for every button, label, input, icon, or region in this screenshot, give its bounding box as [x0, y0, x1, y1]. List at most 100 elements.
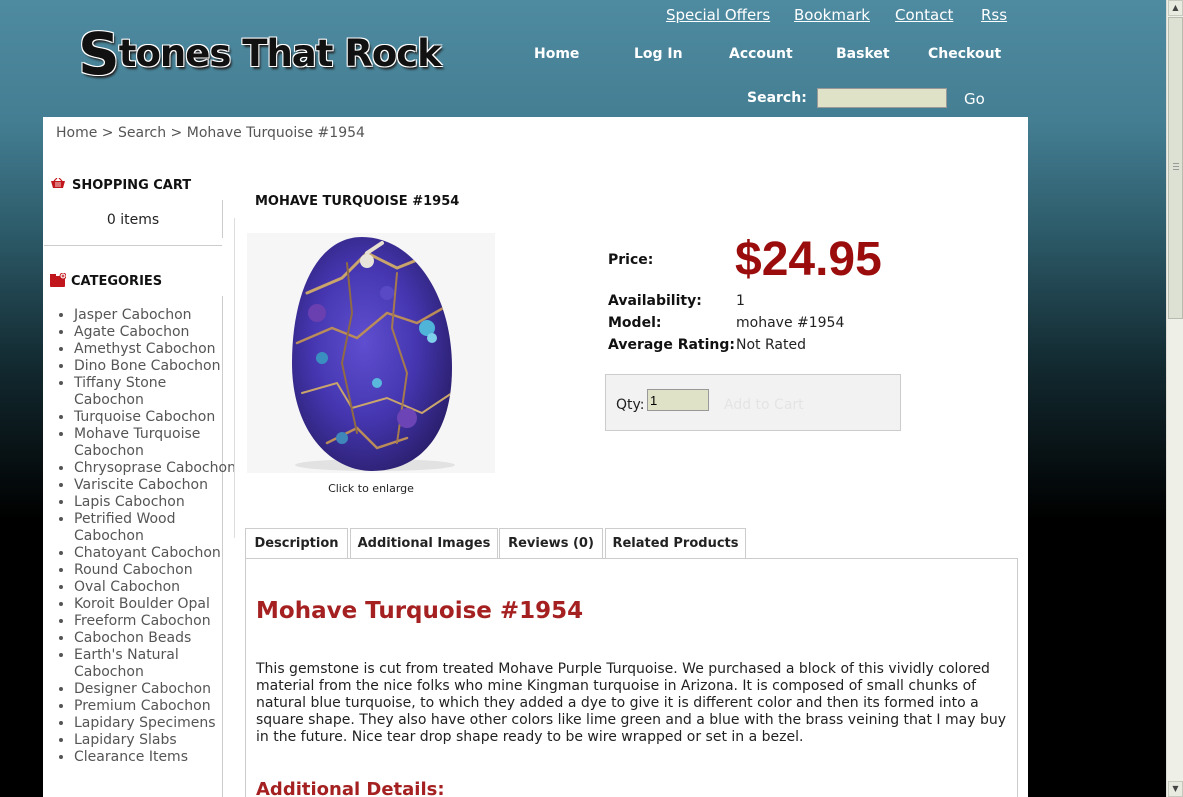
list-item: Premium Cabochon	[74, 698, 236, 715]
availability-label: Availability:	[608, 293, 702, 309]
list-item: Turquoise Cabochon	[74, 409, 236, 426]
list-item: Round Cabochon	[74, 562, 236, 579]
rss-link[interactable]: Rss	[981, 6, 1007, 24]
category-link[interactable]: Variscite Cabochon	[74, 477, 208, 493]
list-item: Chatoyant Cabochon	[74, 545, 236, 562]
sidebar-divider	[222, 200, 223, 238]
product-title: MOHAVE TURQUOISE #1954	[255, 194, 460, 209]
list-item: Agate Cabochon	[74, 324, 236, 341]
category-link[interactable]: Designer Cabochon	[74, 681, 211, 697]
availability-value: 1	[736, 293, 745, 309]
search-input[interactable]	[817, 88, 947, 108]
shopping-basket-icon	[51, 178, 65, 188]
category-link[interactable]: Tiffany Stone Cabochon	[74, 375, 166, 408]
breadcrumb-separator: >	[170, 125, 183, 141]
category-link[interactable]: Lapis Cabochon	[74, 494, 185, 510]
list-item: Chrysoprase Cabochon	[74, 460, 236, 477]
list-item: Amethyst Cabochon	[74, 341, 236, 358]
model-value: mohave #1954	[736, 315, 845, 331]
scrollbar-thumb[interactable]	[1168, 17, 1183, 319]
model-label: Model:	[608, 315, 662, 331]
list-item: Mohave Turquoise Cabochon	[74, 426, 236, 460]
average-rating-value: Not Rated	[736, 337, 806, 353]
price-label: Price:	[608, 252, 654, 268]
breadcrumb-current: Mohave Turquoise #1954	[186, 125, 365, 141]
tab-related-products[interactable]: Related Products	[605, 528, 746, 559]
list-item: Koroit Boulder Opal	[74, 596, 236, 613]
nav-checkout[interactable]: Checkout	[928, 46, 1001, 62]
list-item: Tiffany Stone Cabochon	[74, 375, 236, 409]
description-heading: Mohave Turquoise #1954	[256, 598, 584, 624]
category-link[interactable]: Premium Cabochon	[74, 698, 211, 714]
category-link[interactable]: Earth's Natural Cabochon	[74, 647, 179, 680]
category-link[interactable]: Amethyst Cabochon	[74, 341, 216, 357]
list-item: Dino Bone Cabochon	[74, 358, 236, 375]
scroll-up-arrow-icon[interactable]: ▲	[1168, 0, 1183, 16]
category-link[interactable]: Oval Cabochon	[74, 579, 180, 595]
category-link[interactable]: Lapidary Specimens	[74, 715, 216, 731]
list-item: Earth's Natural Cabochon	[74, 647, 236, 681]
category-link[interactable]: Koroit Boulder Opal	[74, 596, 210, 612]
category-link[interactable]: Agate Cabochon	[74, 324, 189, 340]
tab-additional-images[interactable]: Additional Images	[350, 528, 498, 559]
description-text: This gemstone is cut from treated Mohave…	[256, 661, 1007, 745]
category-link[interactable]: Chatoyant Cabochon	[74, 545, 221, 561]
categories-title: CATEGORIES	[71, 274, 163, 289]
list-item: Freeform Cabochon	[74, 613, 236, 630]
list-item: Oval Cabochon	[74, 579, 236, 596]
qty-input[interactable]	[647, 389, 709, 411]
vertical-scrollbar[interactable]: ▲ ▼	[1166, 0, 1183, 797]
site-logo[interactable]: Stones That Rock	[78, 12, 442, 88]
list-item: Cabochon Beads	[74, 630, 236, 647]
category-link[interactable]: Lapidary Slabs	[74, 732, 177, 748]
category-link[interactable]: Petrified Wood Cabochon	[74, 511, 176, 544]
search-go-button[interactable]: Go	[964, 90, 985, 108]
category-list: Jasper Cabochon Agate Cabochon Amethyst …	[56, 307, 236, 766]
scroll-down-arrow-icon[interactable]: ▼	[1168, 781, 1183, 797]
sidebar-separator	[44, 245, 222, 246]
breadcrumb-search[interactable]: Search	[118, 125, 166, 141]
add-to-cart-button[interactable]: Add to Cart	[724, 397, 804, 413]
qty-label: Qty:	[616, 397, 645, 413]
category-link[interactable]: Mohave Turquoise Cabochon	[74, 426, 200, 459]
product-image[interactable]	[247, 233, 495, 473]
category-link[interactable]: Chrysoprase Cabochon	[74, 460, 236, 476]
cart-count: 0 items	[106, 212, 160, 228]
list-item: Clearance Items	[74, 749, 236, 766]
list-item: Jasper Cabochon	[74, 307, 236, 324]
list-item: Petrified Wood Cabochon	[74, 511, 236, 545]
page: Stones That Rock Special Offers Bookmark…	[0, 0, 1166, 797]
bookmark-link[interactable]: Bookmark	[794, 6, 870, 24]
category-link[interactable]: Turquoise Cabochon	[74, 409, 215, 425]
list-item: Designer Cabochon	[74, 681, 236, 698]
nav-home[interactable]: Home	[534, 46, 579, 62]
shopping-cart-title: SHOPPING CART	[72, 178, 192, 193]
category-link[interactable]: Freeform Cabochon	[74, 613, 211, 629]
breadcrumb-separator: >	[101, 125, 114, 141]
list-item: Lapidary Specimens	[74, 715, 236, 732]
category-link[interactable]: Dino Bone Cabochon	[74, 358, 220, 374]
tab-reviews[interactable]: Reviews (0)	[499, 528, 603, 559]
nav-log-in[interactable]: Log In	[634, 46, 683, 62]
breadcrumb-home[interactable]: Home	[56, 125, 97, 141]
click-to-enlarge-caption[interactable]: Click to enlarge	[247, 482, 495, 495]
tab-description[interactable]: Description	[245, 528, 348, 559]
category-link[interactable]: Round Cabochon	[74, 562, 193, 578]
list-item: Lapidary Slabs	[74, 732, 236, 749]
category-link[interactable]: Cabochon Beads	[74, 630, 191, 646]
contact-link[interactable]: Contact	[895, 6, 953, 24]
categories-folder-icon	[50, 273, 66, 287]
list-item: Lapis Cabochon	[74, 494, 236, 511]
nav-account[interactable]: Account	[729, 46, 793, 62]
breadcrumb: Home > Search > Mohave Turquoise #1954	[56, 125, 365, 141]
logo-text: tones That Rock	[118, 32, 442, 75]
special-offers-link[interactable]: Special Offers	[666, 6, 770, 24]
additional-details-heading: Additional Details:	[256, 779, 445, 797]
average-rating-label: Average Rating:	[608, 337, 736, 353]
search-label: Search:	[747, 90, 807, 106]
content-divider	[234, 218, 235, 538]
category-link[interactable]: Jasper Cabochon	[74, 307, 192, 323]
category-link[interactable]: Clearance Items	[74, 749, 188, 765]
nav-basket[interactable]: Basket	[836, 46, 890, 62]
product-price: $24.95	[735, 233, 882, 286]
